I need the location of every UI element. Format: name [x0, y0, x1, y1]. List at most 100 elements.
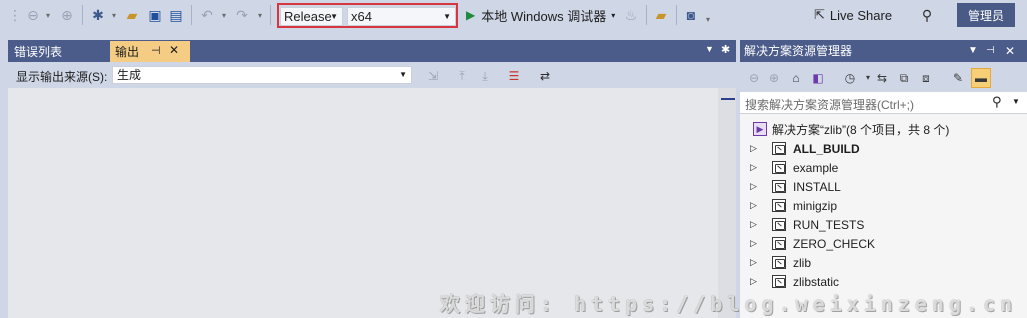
output-source-label: 显示输出来源(S): — [16, 70, 108, 84]
configuration-value: Release — [284, 9, 332, 24]
save-all-icon[interactable]: ▤ — [167, 6, 185, 24]
solution-root[interactable]: ▶ 解决方案“zlib”(8 个项目，共 8 个) — [753, 120, 949, 138]
next-message-icon[interactable]: ⤓ — [477, 68, 493, 84]
sync-icon[interactable]: ⇆ — [874, 70, 890, 86]
home-icon[interactable]: ⌂ — [788, 70, 804, 86]
live-share-button[interactable]: ⇱ Live Share — [814, 6, 892, 24]
expand-icon[interactable]: ▷ — [750, 276, 757, 287]
new-project-icon[interactable]: ✱ — [89, 6, 107, 24]
project-name: zlib — [793, 255, 812, 270]
start-debugger-label: 本地 Windows 调试器 — [481, 8, 607, 24]
fire-icon[interactable]: ♨ — [622, 6, 640, 24]
new-project-dropdown-icon[interactable]: ▾ — [110, 6, 118, 24]
tree-item-run-tests[interactable]: ▷ RUN_TESTS — [740, 215, 1027, 234]
chevron-down-icon[interactable]: ▼ — [1012, 97, 1020, 106]
project-name: minigzip — [793, 198, 838, 213]
chevron-down-icon[interactable]: ▾ — [611, 11, 615, 20]
search-icon[interactable]: ⚲ — [992, 94, 1002, 110]
platform-value: x64 — [351, 9, 372, 24]
tree-item-zlib[interactable]: ▷ zlib — [740, 253, 1027, 272]
pin-icon[interactable]: ⊣ — [986, 40, 995, 62]
project-icon — [772, 237, 786, 250]
close-icon[interactable]: ✕ — [1005, 40, 1015, 62]
output-tabstrip: 错误列表 输出 ⊣ ✕ ▼ ✱ — [8, 40, 736, 62]
tree-item-zero-check[interactable]: ▷ ZERO_CHECK — [740, 234, 1027, 253]
solution-explorer-title: 解决方案资源管理器 — [744, 44, 853, 58]
expand-icon[interactable]: ▷ — [750, 181, 757, 192]
admin-badge[interactable]: 管理员 — [957, 3, 1015, 27]
output-source-select[interactable]: 生成 ▼ — [112, 66, 412, 84]
wrench-icon[interactable]: ✎ — [950, 70, 966, 86]
word-wrap-icon[interactable]: ⇄ — [537, 68, 553, 84]
save-icon[interactable]: ▣ — [146, 6, 164, 24]
find-message-icon[interactable]: ⇲ — [425, 68, 441, 84]
feedback-icon[interactable]: ⚲ — [918, 6, 936, 24]
prev-message-icon[interactable]: ⤒ — [454, 68, 470, 84]
chevron-down-icon: ▼ — [443, 12, 451, 21]
screenshot-icon[interactable]: ◙ — [682, 6, 700, 24]
solution-search-input[interactable]: 搜索解决方案资源管理器(Ctrl+;) ⚲ ▼ — [740, 92, 1027, 114]
play-icon: ▶ — [466, 8, 476, 22]
tree-item-install[interactable]: ▷ INSTALL — [740, 177, 1027, 196]
tab-error-list-label: 错误列表 — [14, 45, 63, 59]
redo-icon[interactable]: ↷ — [233, 6, 251, 24]
expand-icon[interactable]: ▷ — [750, 219, 757, 230]
solution-icon: ▶ — [753, 122, 767, 136]
expand-icon[interactable]: ▷ — [750, 143, 757, 154]
panel-dropdown-icon[interactable]: ▼ — [968, 40, 978, 62]
preview-selected-icon[interactable]: ▬ — [971, 68, 991, 88]
toolbar-separator — [270, 5, 271, 25]
folder-icon[interactable]: ▰ — [652, 6, 670, 24]
expand-icon[interactable]: ▷ — [750, 162, 757, 173]
output-source-value: 生成 — [117, 68, 142, 82]
clear-all-icon[interactable]: ☰ — [506, 68, 522, 84]
forward-icon[interactable]: ⊕ — [766, 70, 782, 86]
tab-error-list[interactable]: 错误列表 — [11, 41, 62, 62]
expand-icon[interactable]: ▷ — [750, 200, 757, 211]
chevron-down-icon: ▼ — [399, 70, 407, 79]
project-icon — [772, 256, 786, 269]
output-content[interactable] — [8, 88, 718, 318]
undo-icon[interactable]: ↶ — [198, 6, 216, 24]
start-debugger-button[interactable]: ▶ 本地 Windows 调试器 ▾ — [466, 6, 615, 24]
panel-dropdown-icon[interactable]: ▼ — [705, 44, 714, 54]
undo-dropdown-icon[interactable]: ▾ — [220, 6, 228, 24]
live-share-icon: ⇱ — [814, 7, 825, 22]
solution-root-label: 解决方案“zlib”(8 个项目，共 8 个) — [772, 122, 950, 137]
output-scrollbar[interactable] — [718, 88, 736, 318]
project-name: INSTALL — [793, 179, 841, 194]
project-icon — [772, 218, 786, 231]
output-panel: 错误列表 输出 ⊣ ✕ ▼ ✱ 显示输出来源(S): 生成 ▼ ⇲ ⤒ ⤓ ☰ … — [8, 40, 736, 318]
chevron-down-icon: ▼ — [330, 12, 338, 21]
back-icon[interactable]: ⊖ — [746, 70, 762, 86]
tab-output[interactable]: 输出 ⊣ ✕ — [110, 41, 190, 62]
project-icon — [772, 275, 786, 288]
show-all-files-icon[interactable]: ⧈ — [918, 70, 934, 86]
back-icon[interactable]: ⊖ — [24, 6, 42, 24]
grip-icon: ⋮ — [8, 7, 22, 23]
open-folder-icon[interactable]: ▰ — [123, 6, 141, 24]
admin-label: 管理员 — [967, 8, 1004, 23]
forward-icon[interactable]: ⊕ — [58, 6, 76, 24]
pin-icon[interactable]: ⊣ — [151, 44, 161, 57]
redo-dropdown-icon[interactable]: ▾ — [256, 6, 264, 24]
close-icon[interactable]: ✕ — [169, 43, 179, 57]
expand-icon[interactable]: ▷ — [750, 238, 757, 249]
tree-item-example[interactable]: ▷ example — [740, 158, 1027, 177]
history-icon[interactable]: ◷ — [842, 70, 858, 86]
copy-icon[interactable]: ⧉ — [896, 70, 912, 86]
project-icon — [772, 180, 786, 193]
toolbar-separator — [191, 5, 192, 25]
expand-icon[interactable]: ▷ — [750, 257, 757, 268]
tree-item-all-build[interactable]: ▷ ALL_BUILD — [740, 139, 1027, 158]
live-share-label: Live Share — [829, 7, 893, 23]
configuration-select[interactable]: Release ▼ — [280, 7, 343, 26]
back-dropdown-icon[interactable]: ▾ — [44, 6, 52, 24]
project-icon — [772, 199, 786, 212]
tree-item-minigzip[interactable]: ▷ minigzip — [740, 196, 1027, 215]
vs-switch-icon[interactable]: ◧ — [810, 70, 826, 86]
gear-icon[interactable]: ✱ — [721, 43, 730, 56]
toolbar-overflow-icon[interactable]: ▾ — [704, 10, 712, 28]
platform-select[interactable]: x64 ▼ — [347, 7, 456, 26]
project-icon — [772, 161, 786, 174]
